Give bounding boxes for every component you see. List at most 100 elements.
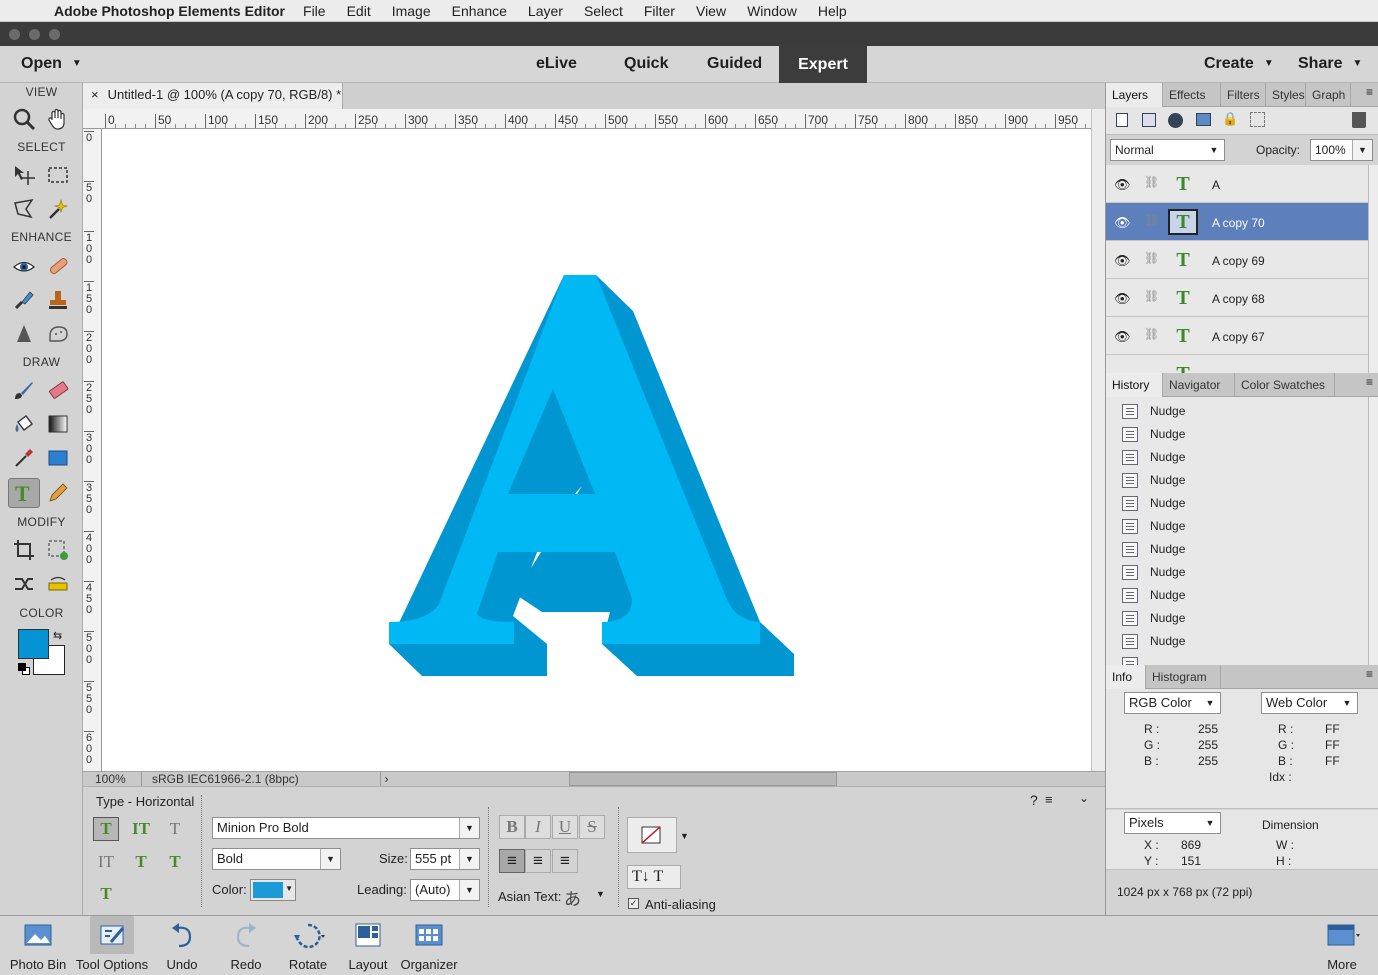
tab-filters[interactable]: Filters	[1221, 83, 1266, 107]
redo-button[interactable]: Redo	[222, 916, 270, 975]
panel-menu-icon[interactable]: ≡	[1366, 667, 1373, 681]
color-mode-left-select[interactable]: RGB Color ▼	[1124, 692, 1221, 714]
hand-tool-icon[interactable]	[42, 104, 74, 134]
gradient-tool-icon[interactable]	[42, 409, 74, 439]
align-left-icon[interactable]: ≡	[499, 849, 525, 873]
history-item[interactable]: Nudge	[1122, 538, 1185, 561]
link-icon[interactable]: ⛓	[1144, 327, 1159, 341]
asian-text-icon[interactable]: あ	[564, 885, 581, 910]
content-aware-move-icon[interactable]	[8, 569, 40, 599]
layer-row-selected[interactable]: 👁 ⛓ T A copy 70	[1106, 203, 1368, 241]
tab-effects[interactable]: Effects	[1163, 83, 1221, 107]
tab-quick[interactable]: Quick	[624, 55, 668, 73]
font-style-select[interactable]: Bold ▼	[212, 848, 341, 870]
color-mode-right-select[interactable]: Web Color ▼	[1261, 692, 1358, 714]
vertical-type-icon[interactable]: IT	[128, 817, 154, 841]
collapse-chevron-icon[interactable]: ⌄	[1079, 791, 1089, 805]
open-button[interactable]: Open ▼	[21, 55, 82, 73]
tab-guided[interactable]: Guided	[707, 55, 762, 73]
align-right-icon[interactable]: ≡	[552, 849, 578, 873]
menu-select[interactable]: Select	[584, 3, 623, 19]
new-group-icon[interactable]	[1142, 113, 1156, 127]
shape-tool-icon[interactable]	[42, 443, 74, 473]
eye-icon[interactable]: 👁	[1114, 177, 1131, 193]
document-tab[interactable]: × Untitled-1 @ 100% (A copy 70, RGB/8) *	[83, 83, 343, 109]
tab-navigator[interactable]: Navigator	[1163, 373, 1235, 397]
type-tool-icon[interactable]: T	[8, 478, 40, 508]
eye-icon[interactable]: 👁	[1114, 215, 1131, 231]
lasso-tool-icon[interactable]	[8, 194, 40, 224]
close-window-button[interactable]	[9, 28, 20, 40]
tab-history[interactable]: History	[1106, 373, 1163, 397]
tab-expert[interactable]: Expert	[779, 46, 867, 83]
layer-row[interactable]: 👁 ⛓ T A copy 68	[1106, 279, 1368, 317]
create-button[interactable]: Create ▼	[1204, 55, 1274, 73]
blur-tool-icon[interactable]	[8, 319, 40, 349]
move-tool-icon[interactable]	[8, 160, 40, 190]
bold-icon[interactable]: B	[499, 815, 525, 839]
tool-options-button[interactable]: Tool Options	[74, 916, 150, 975]
tab-elive[interactable]: eLive	[536, 55, 577, 73]
history-item[interactable]: Nudge	[1122, 423, 1185, 446]
more-button[interactable]: More	[1316, 916, 1368, 975]
lock-all-icon[interactable]: 🔒	[1222, 111, 1238, 127]
eyedropper-icon[interactable]	[8, 443, 40, 473]
tab-layers[interactable]: Layers	[1106, 83, 1163, 107]
close-document-icon[interactable]: ×	[91, 87, 99, 102]
minimize-window-button[interactable]	[29, 28, 40, 40]
eye-icon[interactable]: 👁	[1114, 329, 1131, 345]
clone-stamp-icon[interactable]	[42, 285, 74, 315]
tab-color-swatches[interactable]: Color Swatches	[1235, 373, 1335, 397]
units-select[interactable]: Pixels ▼	[1124, 812, 1221, 834]
history-item[interactable]: Nudge	[1122, 469, 1185, 492]
default-colors-icon[interactable]	[18, 663, 30, 675]
tab-styles[interactable]: Styles	[1266, 83, 1306, 107]
red-eye-tool-icon[interactable]	[8, 251, 40, 281]
pencil-tool-icon[interactable]	[42, 478, 74, 508]
lock-transparency-icon[interactable]	[1250, 112, 1265, 127]
eraser-tool-icon[interactable]	[42, 375, 74, 405]
options-menu-icon[interactable]: ≡	[1045, 792, 1053, 807]
new-layer-icon[interactable]	[1116, 113, 1128, 127]
vertical-scrollbar[interactable]	[1091, 109, 1105, 771]
link-icon[interactable]: ⛓	[1144, 289, 1159, 303]
smart-brush-icon[interactable]	[8, 285, 40, 315]
link-icon[interactable]: ⛓	[1144, 251, 1159, 265]
layer-mask-icon[interactable]	[1196, 113, 1211, 126]
history-item[interactable]: Nudge	[1122, 400, 1185, 423]
layer-row[interactable]: 👁 ⛓ T A copy 67	[1106, 317, 1368, 355]
font-family-select[interactable]: Minion Pro Bold ▼	[212, 817, 480, 839]
status-menu-arrow-icon[interactable]: ›	[380, 772, 392, 786]
layer-row[interactable]: 👁 ⛓ T A copy 69	[1106, 241, 1368, 279]
text-on-shape-icon[interactable]: T	[162, 850, 188, 874]
menu-help[interactable]: Help	[818, 3, 847, 19]
magic-wand-icon[interactable]	[42, 194, 74, 224]
history-item[interactable]: Nudge	[1122, 607, 1185, 630]
paint-bucket-icon[interactable]	[8, 409, 40, 439]
share-button[interactable]: Share ▼	[1298, 55, 1362, 73]
vertical-type-mask-icon[interactable]: IT	[93, 850, 119, 874]
link-icon[interactable]: ⛓	[1144, 213, 1159, 227]
text-on-path-icon[interactable]: T	[93, 882, 119, 906]
italic-icon[interactable]: I	[525, 815, 551, 839]
leading-field[interactable]: (Auto) ▼	[410, 879, 480, 901]
tab-histogram[interactable]: Histogram	[1146, 665, 1221, 689]
organizer-button[interactable]: Organizer	[398, 916, 460, 975]
foreground-color-swatch[interactable]	[18, 629, 49, 659]
sponge-tool-icon[interactable]	[42, 319, 74, 349]
text-orientation-icon[interactable]: T↓ T	[627, 865, 681, 889]
straighten-tool-icon[interactable]	[42, 569, 74, 599]
opacity-field[interactable]: 100% ▼	[1310, 139, 1373, 161]
image-canvas[interactable]	[102, 129, 1091, 771]
photo-bin-button[interactable]: Photo Bin	[4, 916, 72, 975]
undo-button[interactable]: Undo	[158, 916, 206, 975]
tab-graphics[interactable]: Graph	[1306, 83, 1351, 107]
history-item[interactable]: Nudge	[1122, 446, 1185, 469]
menu-layer[interactable]: Layer	[528, 3, 563, 19]
size-field[interactable]: 555 pt ▼	[410, 848, 480, 870]
swap-colors-icon[interactable]: ⇆	[53, 629, 62, 642]
layers-scrollbar[interactable]	[1368, 165, 1378, 373]
app-name-menu[interactable]: Adobe Photoshop Elements Editor	[54, 3, 285, 19]
horizontal-type-mask-icon[interactable]: T	[162, 817, 188, 841]
zoom-level[interactable]: 100%	[95, 772, 126, 786]
